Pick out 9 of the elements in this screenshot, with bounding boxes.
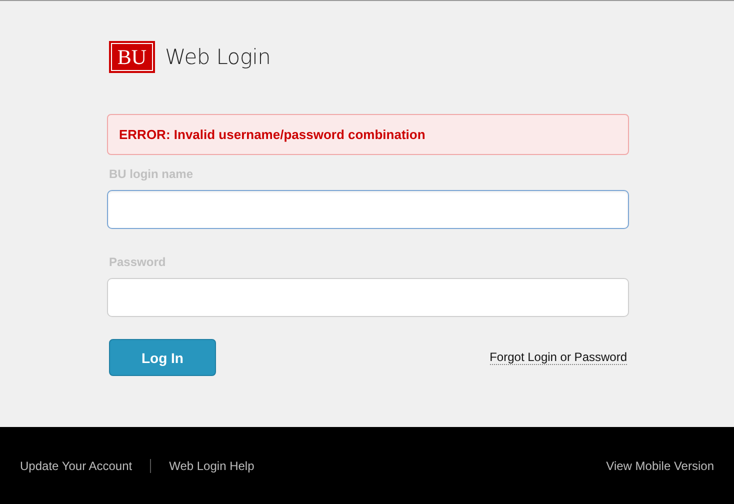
footer-link[interactable]: Update Your Account [20,458,132,472]
input-field[interactable] [107,190,629,229]
error-message: ERROR: Invalid username/password combination [107,114,629,155]
forgot-link[interactable]: Forgot Login or Password [490,350,627,365]
input-field[interactable] [107,278,629,317]
logo-mark: BU [109,41,155,73]
page-title: Web Login [165,45,271,69]
footer-link[interactable]: View Mobile Version [606,458,714,472]
footer-link[interactable]: Web Login Help [169,458,254,472]
